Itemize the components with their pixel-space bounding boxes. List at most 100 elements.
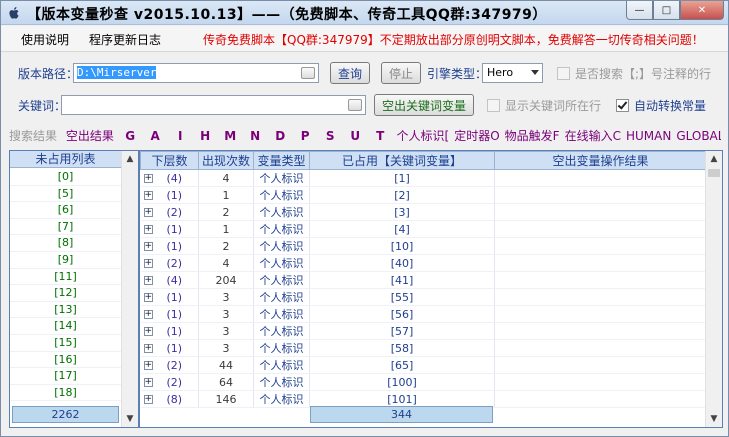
expand-icon[interactable]: + [143, 225, 153, 234]
list-item[interactable]: [14] [10, 318, 121, 335]
filter-letter[interactable]: N [243, 129, 268, 143]
cell-level[interactable]: + (2) [140, 254, 199, 272]
table-row[interactable]: + (1) 1 个人标识 [4] [140, 220, 707, 238]
table-row[interactable]: + (1) 1 个人标识 [2] [140, 186, 707, 204]
filter-category[interactable]: HUMAN [626, 129, 671, 143]
filter-letter[interactable]: A [143, 129, 168, 143]
comment-search-box[interactable] [557, 67, 570, 80]
cell-level[interactable]: + (2) [140, 356, 199, 374]
close-button[interactable]: ✕ [680, 1, 724, 20]
filter-category[interactable]: 在线输入C [565, 129, 621, 143]
filter-letter[interactable]: D [268, 129, 293, 143]
filter-category[interactable]: 定时器O [454, 129, 499, 143]
col-used-var[interactable]: 已占用【关键词变量】 [309, 151, 495, 170]
cell-level[interactable]: + (1) [140, 186, 199, 204]
filter-category[interactable]: 个人标识[ [397, 129, 450, 143]
table-row[interactable]: + (4) 4 个人标识 [1] [140, 169, 707, 187]
list-item[interactable]: [17] [10, 368, 121, 385]
expand-icon[interactable]: + [143, 208, 153, 217]
maximize-button[interactable]: □ [653, 1, 680, 20]
table-row[interactable]: + (1) 3 个人标识 [58] [140, 339, 707, 357]
filter-category[interactable]: 物品触发F [505, 129, 560, 143]
scroll-up-icon[interactable]: ▲ [706, 151, 722, 167]
list-item[interactable]: [5] [10, 186, 121, 203]
query-button[interactable]: 查询 [330, 62, 370, 84]
expand-icon[interactable]: + [143, 378, 153, 387]
filter-letter[interactable]: I [168, 129, 193, 143]
unused-list-scrollbar[interactable]: ▲ ▼ [121, 151, 138, 427]
list-item[interactable]: [12] [10, 285, 121, 302]
table-row[interactable]: + (1) 3 个人标识 [57] [140, 322, 707, 340]
cell-level[interactable]: + (2) [140, 373, 199, 391]
list-item[interactable]: [0] [10, 169, 121, 186]
table-row[interactable]: + (8) 146 个人标识 [101] [140, 390, 707, 408]
engine-select[interactable]: Hero [482, 63, 543, 83]
scroll-down-icon[interactable]: ▼ [706, 411, 722, 427]
cell-level[interactable]: + (1) [140, 237, 199, 255]
cell-level[interactable]: + (1) [140, 220, 199, 238]
auto-convert-box[interactable] [616, 99, 629, 112]
scroll-down-icon[interactable]: ▼ [122, 411, 138, 427]
comment-search-checkbox[interactable]: 是否搜索【;】号注释的行 [557, 65, 711, 82]
table-row[interactable]: + (2) 4 个人标识 [40] [140, 254, 707, 272]
table-row[interactable]: + (4) 204 个人标识 [41] [140, 271, 707, 289]
filter-letter[interactable]: S [318, 129, 343, 143]
col-level[interactable]: 下层数 [140, 151, 199, 170]
cell-level[interactable]: + (1) [140, 288, 199, 306]
col-result[interactable]: 空出变量操作结果 [494, 151, 707, 170]
cell-level[interactable]: + (4) [140, 271, 199, 289]
expand-icon[interactable]: + [143, 395, 153, 404]
table-row[interactable]: + (1) 3 个人标识 [55] [140, 288, 707, 306]
filter-letter[interactable]: H [193, 129, 218, 143]
stop-button[interactable]: 停止 [381, 62, 421, 84]
show-line-checkbox[interactable]: 显示关键词所在行 [487, 97, 601, 114]
filter-letter[interactable]: G [118, 129, 143, 143]
cell-level[interactable]: + (1) [140, 322, 199, 340]
expand-icon[interactable]: + [143, 242, 153, 251]
scroll-up-icon[interactable]: ▲ [122, 151, 138, 167]
col-type[interactable]: 变量类型 [253, 151, 310, 170]
used-table-scrollbar[interactable]: ▲ ▼ [705, 151, 722, 427]
scroll-thumb[interactable] [708, 169, 720, 177]
list-item[interactable]: [13] [10, 302, 121, 319]
empty-keyword-button[interactable]: 空出关键词变量 [374, 94, 474, 116]
cell-level[interactable]: + (1) [140, 339, 199, 357]
expand-icon[interactable]: + [143, 310, 153, 319]
table-row[interactable]: + (1) 2 个人标识 [10] [140, 237, 707, 255]
filter-empty-results[interactable]: 空出结果 [66, 129, 114, 143]
expand-icon[interactable]: + [143, 276, 153, 285]
list-item[interactable]: [8] [10, 235, 121, 252]
expand-icon[interactable]: + [143, 259, 153, 268]
expand-icon[interactable]: + [143, 344, 153, 353]
expand-icon[interactable]: + [143, 361, 153, 370]
expand-icon[interactable]: + [143, 174, 153, 183]
col-count[interactable]: 出现次数 [198, 151, 254, 170]
table-row[interactable]: + (2) 2 个人标识 [3] [140, 203, 707, 221]
list-item[interactable]: [16] [10, 352, 121, 369]
keyword-dropdown-button[interactable] [348, 99, 362, 111]
path-browse-button[interactable] [301, 67, 315, 79]
menu-help[interactable]: 使用说明 [21, 31, 69, 48]
list-item[interactable]: [7] [10, 219, 121, 236]
table-row[interactable]: + (2) 64 个人标识 [100] [140, 373, 707, 391]
filter-letter[interactable]: U [343, 129, 368, 143]
menu-changelog[interactable]: 程序更新日志 [89, 31, 161, 48]
cell-level[interactable]: + (2) [140, 203, 199, 221]
list-item[interactable]: [18] [10, 385, 121, 402]
expand-icon[interactable]: + [143, 191, 153, 200]
minimize-button[interactable]: — [626, 1, 653, 20]
list-item[interactable]: [6] [10, 202, 121, 219]
table-row[interactable]: + (2) 44 个人标识 [65] [140, 356, 707, 374]
list-item[interactable]: [11] [10, 269, 121, 286]
list-item[interactable]: [9] [10, 252, 121, 269]
title-bar[interactable]: 【版本变量秒查 v2015.10.13】——（免费脚本、传奇工具QQ群:3479… [1, 1, 728, 25]
filter-category[interactable]: GLOBAL [676, 129, 721, 143]
path-input[interactable]: D:\Mirserver [73, 63, 319, 83]
cell-level[interactable]: + (8) [140, 390, 199, 408]
expand-icon[interactable]: + [143, 293, 153, 302]
filter-letter[interactable]: T [368, 129, 393, 143]
list-item[interactable]: [15] [10, 335, 121, 352]
filter-letter[interactable]: P [293, 129, 318, 143]
filter-letter[interactable]: M [218, 129, 243, 143]
auto-convert-checkbox[interactable]: 自动转换常量 [616, 97, 706, 114]
